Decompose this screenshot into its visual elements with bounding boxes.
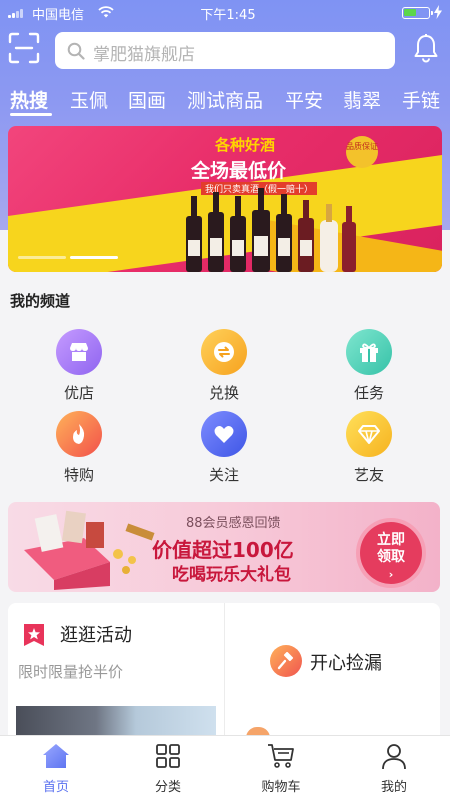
channel-label: 兑换 bbox=[208, 384, 239, 402]
bottom-tab-bar: 首页 分类 购物车 我的 bbox=[0, 735, 450, 800]
cta-arrow-icon: › bbox=[388, 568, 394, 581]
star-flag-icon bbox=[24, 624, 44, 646]
card-divider bbox=[224, 603, 225, 738]
exchange-icon bbox=[201, 329, 247, 375]
banner-line1: 各种好酒 bbox=[215, 136, 276, 154]
activity-subtitle: 限时限量抢半价 bbox=[18, 663, 124, 681]
member-promo-banner[interactable]: 88会员感恩回馈 价值超过100亿 吃喝玩乐大礼包 立即 领取 › bbox=[8, 502, 440, 592]
tab-profile[interactable]: 我的 bbox=[338, 736, 450, 800]
activity-cards: 逛逛活动 限时限量抢半价 开心捡漏 bbox=[8, 603, 440, 738]
hammer-icon bbox=[270, 645, 302, 677]
channel-art-friends[interactable]: 艺友 bbox=[324, 411, 414, 491]
battery-icon bbox=[402, 7, 433, 19]
gift-box-illustration bbox=[24, 510, 155, 590]
shop-icon bbox=[56, 329, 102, 375]
tab-jadeite[interactable]: 翡翠 bbox=[343, 86, 381, 113]
search-input[interactable]: 掌肥猫旗舰店 bbox=[55, 32, 395, 69]
category-tabs: 热搜 玉佩 国画 测试商品 平安 翡翠 手链 bbox=[0, 82, 450, 116]
carrier-label: 中国电信 bbox=[32, 8, 85, 23]
bargain-title[interactable]: 开心捡漏 bbox=[310, 649, 382, 675]
tab-cart[interactable]: 购物车 bbox=[225, 736, 337, 800]
promo-line2: 价值超过100亿 bbox=[152, 538, 294, 562]
tab-pingan[interactable]: 平安 bbox=[285, 86, 323, 113]
tab-label: 首页 bbox=[42, 780, 69, 795]
active-tab-indicator bbox=[10, 113, 52, 116]
tab-bracelet[interactable]: 手链 bbox=[402, 86, 440, 113]
cta-line1: 立即 bbox=[377, 532, 405, 548]
tab-home[interactable]: 首页 bbox=[0, 736, 112, 800]
activity-thumbnail[interactable] bbox=[16, 706, 216, 738]
channel-special-buy[interactable]: 特购 bbox=[34, 411, 124, 491]
promo-line3: 吃喝玩乐大礼包 bbox=[172, 565, 291, 585]
quality-badge: 品质保证 bbox=[346, 136, 378, 168]
user-icon bbox=[382, 744, 406, 770]
flame-icon bbox=[56, 411, 102, 457]
section-title-channels: 我的频道 bbox=[10, 292, 71, 310]
gift-icon bbox=[346, 329, 392, 375]
channel-tasks[interactable]: 任务 bbox=[324, 329, 414, 409]
tab-test-goods[interactable]: 测试商品 bbox=[187, 86, 263, 113]
channel-exchange[interactable]: 兑换 bbox=[179, 329, 269, 409]
wine-banner[interactable]: 各种好酒 全场最低价 我们只卖真酒（假一赔十） 品质保证 bbox=[8, 126, 442, 272]
tab-chinese-painting[interactable]: 国画 bbox=[128, 86, 166, 113]
wifi-icon bbox=[98, 6, 114, 18]
grid-icon bbox=[156, 744, 180, 768]
channel-shop[interactable]: 优店 bbox=[34, 329, 124, 409]
tab-label: 分类 bbox=[154, 780, 181, 795]
channel-follow[interactable]: 关注 bbox=[179, 411, 269, 491]
channel-label: 关注 bbox=[208, 466, 239, 484]
clock: 下午1:45 bbox=[200, 8, 256, 23]
tab-label: 我的 bbox=[380, 780, 407, 795]
wine-bottles-illustration bbox=[186, 188, 356, 272]
claim-now-button[interactable]: 立即 领取 › bbox=[360, 522, 422, 584]
activity-title[interactable]: 逛逛活动 bbox=[60, 621, 132, 647]
channel-label: 任务 bbox=[353, 384, 384, 402]
cart-icon bbox=[268, 744, 294, 768]
tab-label: 购物车 bbox=[261, 780, 301, 795]
channel-label: 艺友 bbox=[353, 466, 384, 484]
tab-jade-pendant[interactable]: 玉佩 bbox=[70, 86, 108, 113]
channel-label: 优店 bbox=[63, 384, 94, 402]
search-icon bbox=[67, 42, 85, 60]
bell-icon[interactable] bbox=[413, 33, 439, 63]
tab-hot-search[interactable]: 热搜 bbox=[10, 86, 48, 113]
heart-icon bbox=[201, 411, 247, 457]
diamond-icon bbox=[346, 411, 392, 457]
tab-category[interactable]: 分类 bbox=[112, 736, 224, 800]
banner-line2: 全场最低价 bbox=[191, 160, 287, 182]
charging-icon bbox=[434, 5, 442, 19]
promo-line1: 88会员感恩回馈 bbox=[186, 516, 281, 531]
banner-pagination bbox=[18, 256, 128, 260]
scan-icon[interactable] bbox=[8, 32, 40, 64]
signal-icon bbox=[8, 8, 26, 18]
channel-label: 特购 bbox=[63, 466, 94, 484]
search-placeholder: 掌肥猫旗舰店 bbox=[93, 45, 195, 65]
status-bar: 中国电信 下午1:45 bbox=[0, 0, 450, 26]
home-icon bbox=[43, 744, 69, 768]
cta-line2: 领取 bbox=[377, 549, 405, 565]
